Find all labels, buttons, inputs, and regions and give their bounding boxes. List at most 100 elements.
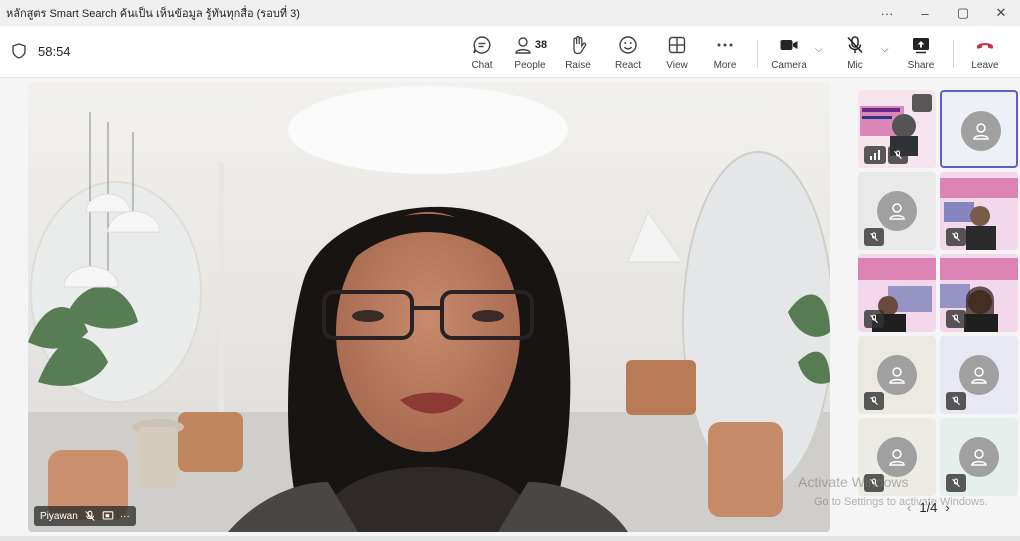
more-label: More: [713, 60, 737, 71]
participant-more-options[interactable]: ···: [120, 511, 130, 522]
mute-badge: [946, 392, 966, 410]
pin-badge[interactable]: [912, 94, 932, 112]
share-button[interactable]: Share: [899, 34, 943, 71]
timer-text: 58:54: [38, 43, 71, 59]
mute-badge: [946, 310, 966, 328]
mute-badge: [946, 474, 966, 492]
raise-hand-button[interactable]: Raise: [556, 34, 600, 71]
toolbar-divider: [953, 40, 954, 68]
people-count: 38: [534, 39, 548, 51]
toolbar-divider: [757, 40, 758, 68]
person-icon: [889, 203, 905, 220]
avatar: [959, 437, 999, 477]
mic-off-icon: [85, 510, 95, 521]
chat-label: Chat: [471, 60, 493, 71]
participant-name-tag: Piyawan ···: [34, 506, 136, 526]
mic-off-icon: [952, 478, 960, 488]
gallery-pager: ‹ 1/4 ›: [907, 500, 950, 515]
meeting-toolbar: 58:54 Chat 38 People Raise React View Mo…: [0, 26, 1020, 78]
more-window-options-button[interactable]: ···: [868, 6, 906, 21]
next-page-button[interactable]: ›: [945, 500, 949, 515]
mic-button[interactable]: Mic: [833, 34, 877, 71]
chat-icon: [473, 36, 491, 54]
avatar: [961, 111, 1001, 151]
avatar: [877, 437, 917, 477]
mute-badge: [864, 392, 884, 410]
person-icon: [971, 367, 987, 384]
participant-tile-active[interactable]: [940, 90, 1018, 168]
mute-badge: [864, 228, 884, 246]
mic-off-icon: [952, 314, 960, 324]
share-label: Share: [907, 60, 935, 71]
shield-icon: [12, 43, 26, 59]
mic-off-icon: [870, 314, 878, 324]
camera-label: Camera: [771, 60, 807, 71]
ellipsis-icon: [717, 43, 733, 47]
people-icon: [515, 37, 531, 54]
avatar: [877, 191, 917, 231]
more-button[interactable]: More: [703, 34, 747, 71]
participant-tile[interactable]: [858, 172, 936, 250]
signal-badge: [864, 146, 886, 164]
mute-badge: [888, 146, 908, 164]
activate-windows-subtext: Go to Settings to activate Windows.: [814, 496, 988, 508]
video-feed: [28, 82, 830, 532]
avatar: [877, 355, 917, 395]
camera-options-chevron-icon[interactable]: ⌵: [815, 44, 823, 55]
react-label: React: [614, 60, 642, 71]
window-title: หลักสูตร Smart Search ค้นเป็น เห็นข้อมูล…: [6, 8, 300, 20]
hang-up-icon: [977, 43, 993, 49]
mute-badge: [864, 310, 884, 328]
maximize-button[interactable]: ▢: [944, 5, 982, 21]
mic-off-icon: [847, 36, 863, 54]
mic-off-icon: [952, 232, 960, 242]
main-video[interactable]: Piyawan ···: [28, 82, 830, 532]
signal-bars-icon: [870, 150, 880, 160]
participant-tile[interactable]: [858, 336, 936, 414]
mic-off-icon: [870, 396, 878, 406]
grid-icon: [668, 36, 686, 54]
mic-off-icon: [870, 232, 878, 242]
bottom-edge: [0, 536, 1020, 541]
person-icon: [973, 123, 989, 140]
smiley-icon: [619, 36, 637, 54]
camera-button[interactable]: Camera: [767, 34, 811, 71]
page-indicator: 1/4: [919, 500, 938, 515]
participant-tile[interactable]: [940, 336, 1018, 414]
mic-options-chevron-icon[interactable]: ⌵: [881, 44, 889, 55]
participant-tile[interactable]: [940, 418, 1018, 496]
title-bar: หลักสูตร Smart Search ค้นเป็น เห็นข้อมูล…: [0, 0, 1020, 26]
mic-label: Mic: [847, 60, 863, 71]
share-icon: [913, 38, 929, 54]
chat-button[interactable]: Chat: [460, 34, 504, 71]
view-label: View: [666, 60, 688, 71]
minimize-button[interactable]: –: [906, 6, 944, 21]
participant-name: Piyawan: [40, 510, 78, 522]
screen-share-icon: [102, 511, 114, 520]
person-icon: [889, 367, 905, 384]
participant-tile-video[interactable]: [858, 254, 936, 332]
window-controls: ··· – ▢ ✕: [868, 0, 1020, 26]
people-button[interactable]: 38 People: [508, 34, 552, 71]
avatar: [959, 355, 999, 395]
participant-tile-video[interactable]: [940, 254, 1018, 332]
close-button[interactable]: ✕: [982, 5, 1020, 21]
camera-icon: [780, 40, 798, 50]
raise-hand-icon: [573, 36, 587, 55]
react-button[interactable]: React: [606, 34, 650, 71]
view-button[interactable]: View: [655, 34, 699, 71]
participant-tile-slide-presenter[interactable]: [858, 90, 936, 168]
people-label: People: [514, 60, 546, 71]
raise-label: Raise: [565, 60, 591, 71]
prev-page-button[interactable]: ‹: [907, 500, 911, 515]
leave-label: Leave: [971, 60, 999, 71]
meeting-timer: 58:54: [12, 43, 71, 59]
person-icon: [889, 449, 905, 466]
person-icon: [971, 449, 987, 466]
activate-windows-watermark: Activate Windows: [798, 474, 909, 490]
participant-tile-video[interactable]: [940, 172, 1018, 250]
mute-badge: [946, 228, 966, 246]
leave-button[interactable]: Leave: [963, 34, 1007, 71]
mic-off-icon: [952, 396, 960, 406]
mic-off-icon: [894, 150, 902, 160]
